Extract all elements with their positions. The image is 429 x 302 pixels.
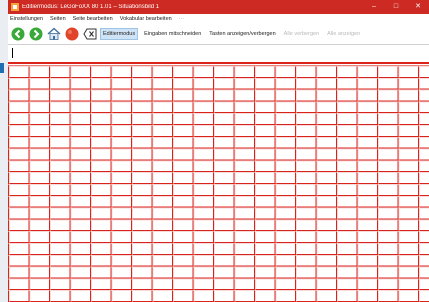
maximize-button[interactable]: □: [385, 0, 407, 14]
taskbar-accent: [0, 63, 4, 73]
home-icon[interactable]: [46, 27, 61, 42]
menu-more[interactable]: ···: [179, 16, 185, 22]
back-icon[interactable]: [10, 27, 25, 42]
menu-vokabular-bearbeiten[interactable]: Vokabular bearbeiten: [120, 16, 172, 22]
key-grid[interactable]: [8, 65, 429, 302]
minimize-button[interactable]: –: [363, 0, 385, 14]
delete-icon[interactable]: [82, 27, 97, 42]
menu-seiten[interactable]: Seiten: [50, 16, 66, 22]
window-title: Editiermodus: LeGoFoXX 80 1.01 – Situati…: [22, 4, 160, 10]
menu-bar: Einstellungen Seiten Seite bearbeiten Vo…: [8, 14, 429, 24]
menu-einstellungen[interactable]: Einstellungen: [10, 16, 43, 22]
toolbar: Editiermodus Eingaben mitschneiden Taste…: [8, 24, 429, 44]
title-bar: Editiermodus: LeGoFoXX 80 1.01 – Situati…: [8, 0, 429, 14]
alle-anzeigen-button[interactable]: Alle anzeigen: [325, 29, 362, 39]
app-icon: [11, 3, 19, 11]
text-input-field[interactable]: [8, 45, 429, 64]
editiermodus-button[interactable]: Editiermodus: [100, 28, 139, 40]
stop-icon[interactable]: [64, 27, 79, 42]
key-grid-overlay: [8, 65, 429, 302]
text-caret: [12, 48, 13, 58]
tasten-anzeigen-verbergen-button[interactable]: Tasten anzeigen/verbergen: [207, 29, 277, 39]
eingaben-mitschneiden-button[interactable]: Eingaben mitschneiden: [142, 29, 203, 39]
app-window: Editiermodus: LeGoFoXX 80 1.01 – Situati…: [8, 0, 429, 302]
alle-verbergen-button[interactable]: Alle verbergen: [282, 29, 321, 39]
close-button[interactable]: ✕: [407, 0, 429, 14]
forward-icon[interactable]: [28, 27, 43, 42]
menu-seite-bearbeiten[interactable]: Seite bearbeiten: [73, 16, 113, 22]
